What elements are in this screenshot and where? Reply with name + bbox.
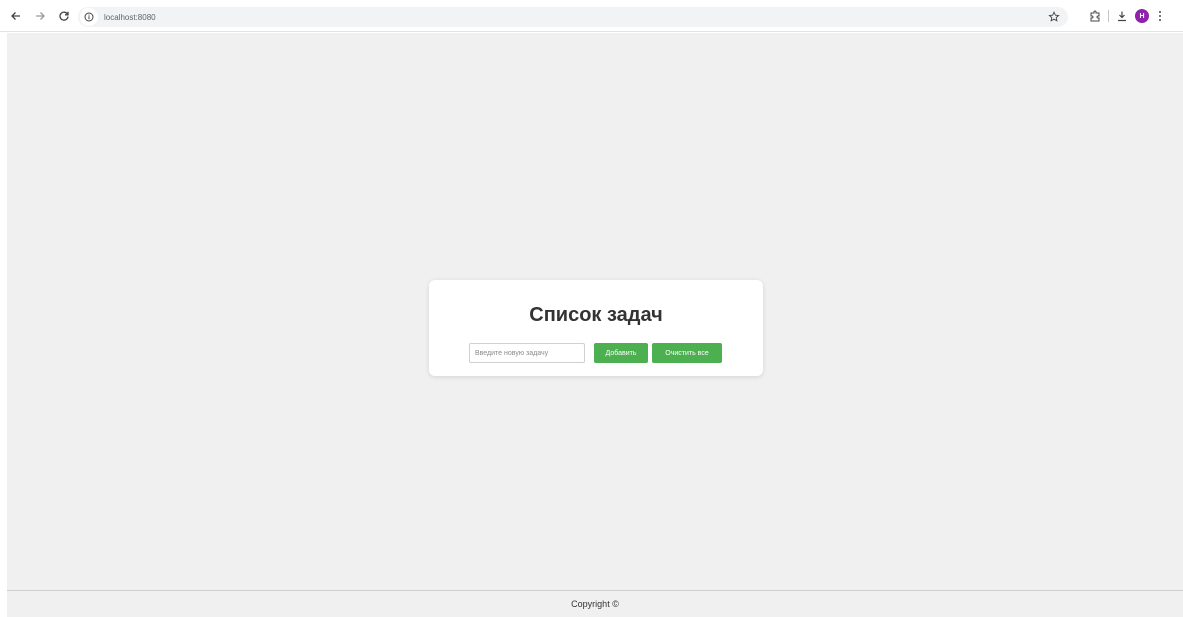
todo-card: Список задач Добавить Очистить все: [429, 280, 763, 376]
bookmark-button[interactable]: [1048, 10, 1062, 24]
page-viewport: Список задач Добавить Очистить все Copyr…: [7, 33, 1183, 617]
address-bar[interactable]: localhost:8080: [78, 7, 1068, 27]
browser-toolbar: localhost:8080 Н: [0, 0, 1183, 32]
browser-menu-button[interactable]: [1153, 7, 1167, 25]
more-vertical-icon: [1159, 11, 1161, 21]
puzzle-icon: [1090, 10, 1100, 22]
profile-avatar[interactable]: Н: [1135, 9, 1149, 23]
new-task-input[interactable]: [469, 343, 585, 363]
arrow-left-icon: [11, 11, 20, 20]
back-button[interactable]: [6, 6, 26, 26]
info-icon: [84, 12, 94, 22]
star-icon: [1048, 11, 1060, 22]
reload-icon: [59, 11, 69, 21]
download-icon: [1118, 11, 1126, 22]
page-title: Список задач: [529, 304, 663, 326]
reload-button[interactable]: [54, 6, 74, 26]
site-info-button[interactable]: [80, 8, 98, 26]
clear-all-button[interactable]: Очистить все: [652, 343, 722, 363]
extensions-button[interactable]: [1086, 7, 1104, 25]
toolbar-separator: [1108, 10, 1109, 22]
page-footer: Copyright ©: [7, 590, 1183, 617]
browser-tools: Н: [1086, 6, 1167, 26]
downloads-button[interactable]: [1113, 7, 1131, 25]
url-text[interactable]: localhost:8080: [104, 13, 156, 22]
forward-button[interactable]: [30, 6, 50, 26]
copyright-text: Copyright ©: [571, 599, 619, 609]
add-task-button[interactable]: Добавить: [594, 343, 648, 363]
arrow-right-icon: [36, 11, 45, 20]
